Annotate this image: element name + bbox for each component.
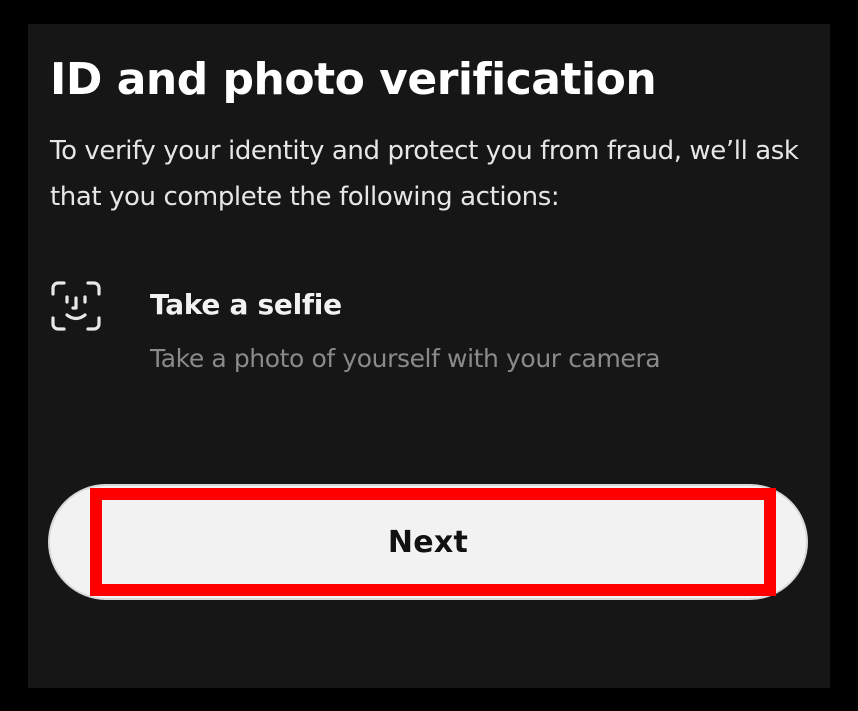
next-button-label: Next bbox=[387, 524, 469, 560]
page-title: ID and photo verification bbox=[50, 54, 657, 105]
action-item-selfie: Take a selfie Take a photo of yourself w… bbox=[50, 280, 810, 390]
next-button[interactable]: Next bbox=[48, 484, 808, 600]
action-title: Take a selfie bbox=[150, 288, 342, 321]
action-description: Take a photo of yourself with your camer… bbox=[150, 344, 661, 373]
page-subtitle: To verify your identity and protect you … bbox=[50, 136, 799, 212]
face-scan-icon bbox=[50, 280, 102, 332]
verification-screen: ID and photo verification To verify your… bbox=[28, 24, 830, 688]
